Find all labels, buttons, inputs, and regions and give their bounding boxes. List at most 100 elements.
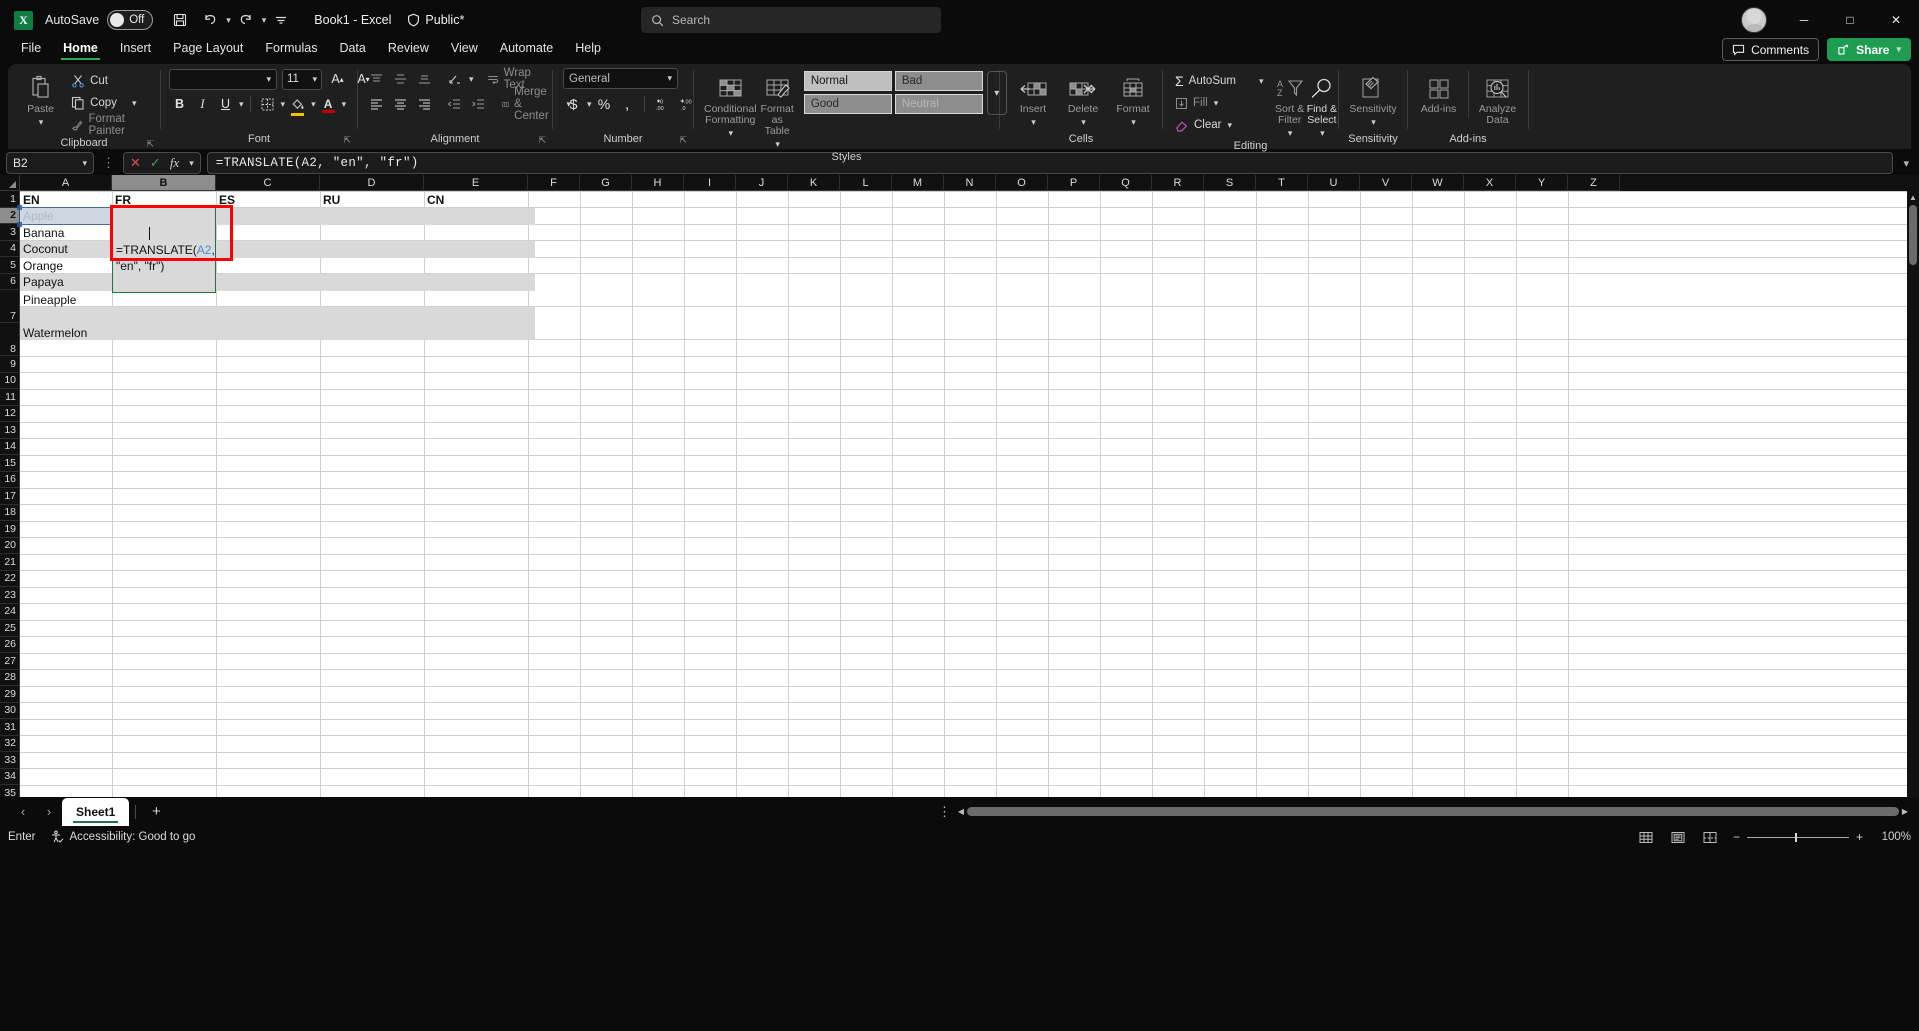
borders-dropdown-icon[interactable]: ▾ xyxy=(281,99,286,110)
format-painter-button[interactable]: Format Painter xyxy=(67,113,160,137)
zoom-slider[interactable]: − + xyxy=(1733,830,1863,844)
italic-button[interactable]: I xyxy=(192,93,213,115)
cell-style-neutral[interactable]: Neutral xyxy=(894,94,983,114)
sort-filter-button[interactable]: A Z Sort & Filter ▾ xyxy=(1274,68,1306,139)
share-dropdown-icon[interactable]: ▾ xyxy=(1896,44,1901,55)
column-header-C[interactable]: C xyxy=(216,175,320,191)
undo-icon[interactable] xyxy=(196,6,224,34)
row-header-13[interactable]: 13 xyxy=(0,422,20,439)
delete-cells-button[interactable]: Delete ▾ xyxy=(1058,68,1108,128)
column-header-Y[interactable]: Y xyxy=(1516,175,1568,191)
clipboard-dialog-launcher-icon[interactable]: ⇱ xyxy=(146,137,154,151)
horizontal-scroll-thumb[interactable] xyxy=(967,807,1899,816)
column-header-L[interactable]: L xyxy=(840,175,892,191)
accessibility-status[interactable]: Accessibility: Good to go xyxy=(50,830,195,844)
column-header-N[interactable]: N xyxy=(944,175,996,191)
column-header-Z[interactable]: Z xyxy=(1568,175,1620,191)
search-input[interactable]: Search xyxy=(641,7,941,33)
row-header-9[interactable]: 9 xyxy=(0,356,20,373)
zoom-track[interactable] xyxy=(1746,832,1849,842)
column-header-U[interactable]: U xyxy=(1308,175,1360,191)
cell-A5[interactable]: Orange xyxy=(20,258,112,275)
row-header-29[interactable]: 29 xyxy=(0,686,20,703)
underline-dropdown-icon[interactable]: ▾ xyxy=(239,99,244,110)
bold-button[interactable]: B xyxy=(169,93,190,115)
autosum-button[interactable]: Σ AutoSum ▾ xyxy=(1171,70,1268,92)
column-header-J[interactable]: J xyxy=(736,175,788,191)
row-header-18[interactable]: 18 xyxy=(0,504,20,521)
select-all-button[interactable] xyxy=(0,175,20,191)
next-sheet-icon[interactable]: › xyxy=(36,800,62,824)
column-header-H[interactable]: H xyxy=(632,175,684,191)
number-format-dropdown-icon[interactable]: ▾ xyxy=(667,73,672,84)
tab-formulas[interactable]: Formulas xyxy=(254,40,328,60)
insert-cells-button[interactable]: Insert ▾ xyxy=(1008,68,1058,128)
minimize-button[interactable]: ─ xyxy=(1781,0,1827,40)
font-color-dropdown-icon[interactable]: ▾ xyxy=(342,99,347,110)
insert-cells-dropdown-icon[interactable]: ▾ xyxy=(1031,117,1036,128)
save-icon[interactable] xyxy=(166,6,194,34)
tab-file[interactable]: File xyxy=(10,40,52,60)
underline-button[interactable]: U xyxy=(215,93,236,115)
row-header-17[interactable]: 17 xyxy=(0,488,20,505)
cell-C1[interactable]: ES xyxy=(216,191,320,208)
paste-dropdown-icon[interactable]: ▾ xyxy=(39,117,44,128)
column-header-X[interactable]: X xyxy=(1464,175,1516,191)
vertical-scrollbar[interactable]: ▲ xyxy=(1907,191,1919,797)
fill-color-button[interactable] xyxy=(287,93,308,116)
decrease-indent-button[interactable] xyxy=(444,93,465,115)
sheet-tab-overflow-icon[interactable]: ⋮ xyxy=(938,804,951,820)
cell-style-good[interactable]: Good xyxy=(803,94,892,114)
row-header-25[interactable]: 25 xyxy=(0,620,20,637)
cell-A3[interactable]: Banana xyxy=(20,225,112,242)
scroll-left-icon[interactable]: ◀ xyxy=(955,807,967,816)
delete-cells-dropdown-icon[interactable]: ▾ xyxy=(1081,117,1086,128)
column-header-W[interactable]: W xyxy=(1412,175,1464,191)
font-size-dropdown-icon[interactable]: ▾ xyxy=(312,74,317,85)
insert-function-dropdown-icon[interactable]: ▾ xyxy=(189,158,194,169)
font-color-button[interactable]: A xyxy=(318,93,339,115)
font-dialog-launcher-icon[interactable]: ⇱ xyxy=(343,133,351,147)
number-format-select[interactable]: General ▾ xyxy=(563,68,678,89)
undo-dropdown-icon[interactable]: ▾ xyxy=(226,15,231,26)
column-header-G[interactable]: G xyxy=(580,175,632,191)
align-top-button[interactable] xyxy=(366,68,387,90)
column-header-D[interactable]: D xyxy=(320,175,424,191)
tab-data[interactable]: Data xyxy=(328,40,376,60)
font-size-input[interactable]: 11 ▾ xyxy=(282,68,322,90)
find-select-dropdown-icon[interactable]: ▾ xyxy=(1320,128,1325,139)
sensitivity-button[interactable]: Sensitivity ▾ xyxy=(1344,68,1402,128)
grid-cells[interactable]: EN FR ES RU CN Apple Banana Coconut Oran… xyxy=(17,190,1919,797)
column-header-R[interactable]: R xyxy=(1152,175,1204,191)
row-header-10[interactable]: 10 xyxy=(0,372,20,389)
tab-page-layout[interactable]: Page Layout xyxy=(162,40,254,60)
cell-A6[interactable]: Papaya xyxy=(20,274,112,291)
cell-style-bad[interactable]: Bad xyxy=(894,71,983,91)
percent-button[interactable]: % xyxy=(594,93,615,115)
row-header-5[interactable]: 5 xyxy=(0,257,20,274)
page-break-view-icon[interactable] xyxy=(1701,829,1719,845)
name-box[interactable]: B2 ▾ xyxy=(6,152,94,174)
font-name-input[interactable]: ▾ xyxy=(169,68,277,90)
format-as-table-button[interactable]: Format as Table ▾ xyxy=(761,68,794,150)
tab-home[interactable]: Home xyxy=(52,40,109,60)
previous-sheet-icon[interactable]: ‹ xyxy=(10,800,36,824)
vertical-scroll-thumb[interactable] xyxy=(1909,205,1917,265)
font-name-dropdown-icon[interactable]: ▾ xyxy=(266,74,271,85)
row-header-24[interactable]: 24 xyxy=(0,603,20,620)
row-header-26[interactable]: 26 xyxy=(0,636,20,653)
name-box-dropdown-icon[interactable]: ▾ xyxy=(82,158,87,169)
align-right-button[interactable] xyxy=(414,93,435,115)
row-header-15[interactable]: 15 xyxy=(0,455,20,472)
zoom-knob[interactable] xyxy=(1794,832,1797,842)
column-header-T[interactable]: T xyxy=(1256,175,1308,191)
tab-insert[interactable]: Insert xyxy=(109,40,162,60)
row-header-31[interactable]: 31 xyxy=(0,719,20,736)
increase-decimal-button[interactable]: 0.00 xyxy=(651,93,673,115)
cell-B1[interactable]: FR xyxy=(112,191,216,208)
autosum-dropdown-icon[interactable]: ▾ xyxy=(1259,76,1264,87)
add-sheet-icon[interactable]: + xyxy=(142,800,170,824)
column-header-I[interactable]: I xyxy=(684,175,736,191)
comments-button[interactable]: Comments xyxy=(1722,38,1820,61)
cancel-icon[interactable]: ✕ xyxy=(130,155,141,171)
